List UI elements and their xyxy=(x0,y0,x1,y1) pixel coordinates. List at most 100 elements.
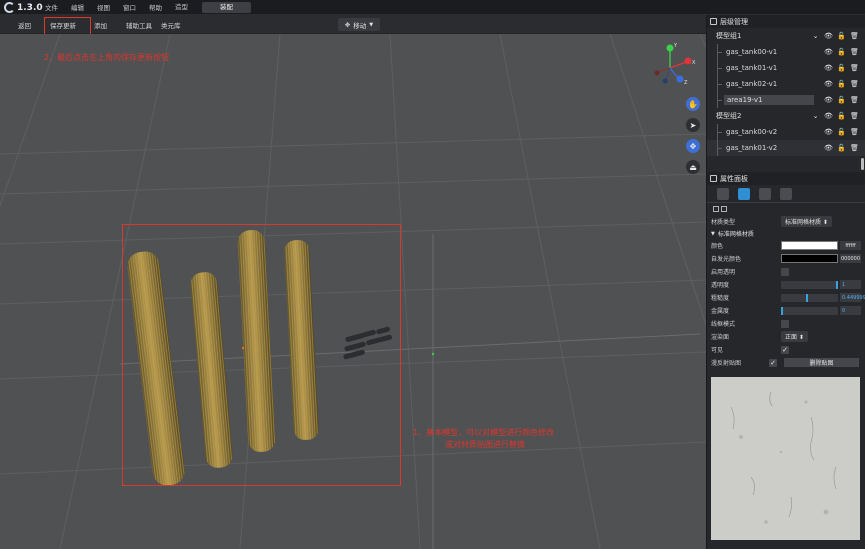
tree-item-selected[interactable]: area19-v1 👁 🔓 🗑 xyxy=(707,92,865,108)
gizmo-y-label: Y xyxy=(673,43,678,49)
tree-item[interactable]: gas_tank02-v1 👁 🔓 🗑 xyxy=(707,76,865,92)
tree-item[interactable]: gas_tank00-v1 👁 🔓 🗑 xyxy=(707,44,865,60)
trash-icon[interactable]: 🗑 xyxy=(850,80,859,88)
eye-icon[interactable]: 👁 xyxy=(824,96,833,104)
transparent-label: 启用透明 xyxy=(711,269,736,276)
item-name: gas_tank00-v2 xyxy=(726,128,778,136)
cursor-icon[interactable]: ➤ xyxy=(686,118,700,132)
opacity-slider[interactable] xyxy=(781,280,838,289)
back-button[interactable]: 返回 xyxy=(18,20,31,30)
opacity-input[interactable]: 1 xyxy=(840,280,861,289)
roughness-slider[interactable] xyxy=(781,293,838,302)
unlock-icon[interactable]: 🔓 xyxy=(837,32,846,40)
chevron-down-icon[interactable]: ⌄ xyxy=(811,112,820,120)
move-tool-icon[interactable]: ✥ xyxy=(686,139,700,153)
trash-icon[interactable]: 🗑 xyxy=(850,128,859,136)
paste-icon[interactable] xyxy=(721,206,727,212)
trash-icon[interactable]: 🗑 xyxy=(850,32,859,40)
metalness-input[interactable]: 0 xyxy=(840,306,861,315)
tree-item[interactable]: gas_tank00-v2 👁 🔓 🗑 xyxy=(707,124,865,140)
side-select[interactable]: 正面 ⬍ xyxy=(781,331,808,342)
opacity-label: 透明度 xyxy=(711,282,730,289)
unlock-icon[interactable]: 🔓 xyxy=(837,144,846,152)
trash-icon[interactable]: 🗑 xyxy=(850,144,859,152)
tab-assembly[interactable]: 装配 xyxy=(202,2,251,13)
emissive-swatch[interactable] xyxy=(781,254,838,263)
menu-edit[interactable]: 编辑 xyxy=(71,2,84,12)
tree-scrollbar[interactable] xyxy=(861,158,864,170)
group-name: 模型组1 xyxy=(716,32,742,40)
logo-icon xyxy=(4,2,15,13)
unlock-icon[interactable]: 🔓 xyxy=(837,48,846,56)
layer-panel-title: 层级管理 xyxy=(720,17,748,26)
component-library-button[interactable]: 类元库 xyxy=(161,20,181,30)
menu-help[interactable]: 帮助 xyxy=(149,2,162,12)
layer-tree: 模型组1 ⌄ 👁 🔓 🗑 gas_tank00-v1 👁 🔓 🗑 gas_tank0… xyxy=(707,28,865,172)
copy-icon[interactable] xyxy=(713,206,719,212)
tree-group-1[interactable]: 模型组1 ⌄ 👁 🔓 🗑 xyxy=(707,28,865,44)
trash-icon[interactable]: 🗑 xyxy=(850,64,859,72)
transform-mode-select[interactable]: ✥ 移动 ▼ xyxy=(338,18,380,31)
tree-item[interactable]: gas_tank01-v1 👁 🔓 🗑 xyxy=(707,60,865,76)
transparent-checkbox[interactable] xyxy=(781,267,789,276)
metalness-slider[interactable] xyxy=(781,306,838,315)
trash-icon[interactable]: 🗑 xyxy=(850,112,859,120)
material-type-select[interactable]: 标准网格材质 ⬍ xyxy=(781,216,832,227)
tree-group-2[interactable]: 模型组2 ⌄ 👁 🔓 🗑 xyxy=(707,108,865,124)
emissive-row: 自发光颜色 000000 xyxy=(707,252,865,265)
unlock-icon[interactable]: 🔓 xyxy=(837,128,846,136)
eye-icon[interactable]: 👁 xyxy=(824,112,833,120)
roughness-input[interactable]: 0.449999 xyxy=(840,293,865,302)
color-swatch[interactable] xyxy=(781,241,838,250)
eye-icon[interactable]: 👁 xyxy=(824,144,833,152)
eye-icon[interactable]: 👁 xyxy=(824,32,833,40)
eye-icon[interactable]: 👁 xyxy=(824,64,833,72)
eye-icon[interactable]: 👁 xyxy=(824,80,833,88)
tab-geometry-icon[interactable] xyxy=(717,187,729,200)
menu-window[interactable]: 窗口 xyxy=(123,2,136,12)
transparent-row: 启用透明 xyxy=(707,265,865,278)
eye-icon[interactable]: 👁 xyxy=(824,128,833,136)
aux-tools-button[interactable]: 辅助工具 xyxy=(126,20,152,30)
tree-item[interactable]: gas_tank01-v2 👁 🔓 🗑 xyxy=(707,140,865,156)
color-hex-input[interactable]: ffffff xyxy=(840,241,861,250)
copy-paste-row xyxy=(707,203,865,215)
material-type-label: 材质类型 xyxy=(711,219,736,226)
trash-icon[interactable]: 🗑 xyxy=(850,48,859,56)
ground-icon[interactable]: ⏏ xyxy=(686,160,700,174)
roughness-label: 粗糙度 xyxy=(711,295,730,302)
color-row: 颜色 ffffff xyxy=(707,239,865,252)
unlock-icon[interactable]: 🔓 xyxy=(837,64,846,72)
unlock-icon[interactable]: 🔓 xyxy=(837,112,846,120)
section-header[interactable]: ▼ 标准网格材质 xyxy=(707,228,865,239)
side-value: 正面 xyxy=(785,334,798,341)
wireframe-label: 线框模式 xyxy=(711,321,736,328)
eye-icon[interactable]: 👁 xyxy=(824,48,833,56)
opacity-thumb xyxy=(836,280,838,289)
axis-gizmo[interactable]: Y X Z xyxy=(648,42,698,87)
unlock-icon[interactable]: 🔓 xyxy=(837,80,846,88)
tab-edit-icon[interactable] xyxy=(780,187,792,200)
roughness-thumb xyxy=(806,293,808,302)
visible-checkbox[interactable]: ✓ xyxy=(781,345,789,354)
menu-view[interactable]: 视图 xyxy=(97,2,110,12)
trash-icon[interactable]: 🗑 xyxy=(850,96,859,104)
emissive-hex-input[interactable]: 000000 xyxy=(840,254,861,263)
diffuse-map-checkbox[interactable]: ✓ xyxy=(769,358,777,367)
tab-material-icon[interactable] xyxy=(738,187,750,200)
3d-viewport[interactable]: 2、最后点击左上角的保存更新按钮 1、基本模型，可以对模型进行颜色修改 或对材质… xyxy=(0,34,706,549)
unlock-icon[interactable]: 🔓 xyxy=(837,96,846,104)
chevron-down-icon[interactable]: ⌄ xyxy=(811,32,820,40)
tab-texture-icon[interactable] xyxy=(759,187,771,200)
add-button[interactable]: 添加 xyxy=(94,20,107,30)
wireframe-checkbox[interactable] xyxy=(781,319,789,328)
property-panel-header: 属性面板 xyxy=(707,172,865,185)
annotation-save: 2、最后点击左上角的保存更新按钮 xyxy=(44,53,170,62)
metalness-thumb xyxy=(781,306,783,315)
texture-preview[interactable] xyxy=(711,377,860,540)
menu-file[interactable]: 文件 xyxy=(45,2,58,12)
tab-modeling[interactable]: 造型 xyxy=(165,2,198,13)
hand-icon[interactable]: ✋ xyxy=(686,97,700,111)
remove-map-button[interactable]: 删除贴图 xyxy=(784,358,859,367)
menu-bar: 1.3.0 文件 编辑 视图 窗口 帮助 造型 装配 xyxy=(0,0,865,15)
